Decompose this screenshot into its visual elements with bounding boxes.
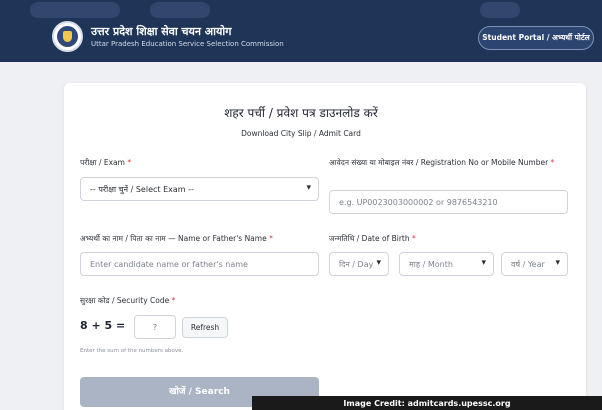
- required-marker: *: [127, 158, 132, 167]
- dob-month-value: माह / Month: [409, 259, 453, 269]
- name-input[interactable]: Enter candidate name or father's name: [80, 252, 319, 276]
- registration-placeholder: e.g. UP0023003000002 or 9876543210: [339, 197, 498, 207]
- site-header: उत्तर प्रदेश शिक्षा सेवा चयन आयोग Uttar …: [0, 0, 602, 62]
- name-placeholder: Enter candidate name or father's name: [90, 259, 248, 269]
- exam-select[interactable]: -- परीक्षा चुनें / Select Exam --: [80, 177, 319, 201]
- security-code-label: सुरक्षा कोड / Security Code *: [80, 296, 176, 305]
- dob-year-select[interactable]: वर्ष / Year: [501, 252, 568, 276]
- captcha-question: 8 + 5 =: [80, 319, 126, 332]
- dob-day-value: दिन / Day: [339, 259, 374, 269]
- org-name-english: Uttar Pradesh Education Service Selectio…: [91, 40, 284, 48]
- emblem-logo-icon[interactable]: [52, 21, 83, 52]
- dob-month-select[interactable]: माह / Month: [399, 252, 494, 276]
- required-marker: *: [412, 234, 416, 243]
- org-name-hindi: उत्तर प्रदेश शिक्षा सेवा चयन आयोग: [91, 25, 232, 38]
- student-portal-button[interactable]: Student Portal / अभ्यर्थी पोर्टल: [478, 26, 594, 50]
- captcha-input[interactable]: ?: [134, 315, 176, 339]
- captcha-refresh-button[interactable]: Refresh: [182, 317, 228, 338]
- blurred-top-nav: [30, 2, 120, 18]
- required-marker: *: [269, 234, 273, 243]
- dob-day-select[interactable]: दिन / Day: [329, 252, 389, 276]
- captcha-hint: Enter the sum of the numbers above.: [80, 348, 184, 354]
- image-credit: Image Credit: admitcards.upessc.org: [252, 396, 602, 410]
- form-title-hindi: शहर पर्ची / प्रवेश पत्र डाउनलोड करें: [224, 106, 378, 120]
- exam-label: परीक्षा / Exam *: [80, 158, 132, 167]
- captcha-placeholder: ?: [152, 322, 158, 332]
- dob-label: जन्मतिथि / Date of Birth *: [329, 234, 416, 243]
- blurred-top-nav: [480, 2, 520, 18]
- exam-select-value: -- परीक्षा चुनें / Select Exam --: [90, 184, 194, 194]
- dob-year-value: वर्ष / Year: [511, 259, 545, 269]
- form-title-english: Download City Slip / Admit Card: [241, 129, 361, 138]
- required-marker: *: [171, 296, 176, 305]
- name-label: अभ्यर्थी का नाम / पिता का नाम — Name or …: [80, 234, 273, 243]
- required-marker: *: [550, 158, 555, 167]
- registration-input[interactable]: e.g. UP0023003000002 or 9876543210: [329, 190, 568, 214]
- blurred-top-nav: [150, 2, 210, 18]
- registration-label: आवेदन संख्या या मोबाइल नंबर / Registrati…: [329, 158, 555, 167]
